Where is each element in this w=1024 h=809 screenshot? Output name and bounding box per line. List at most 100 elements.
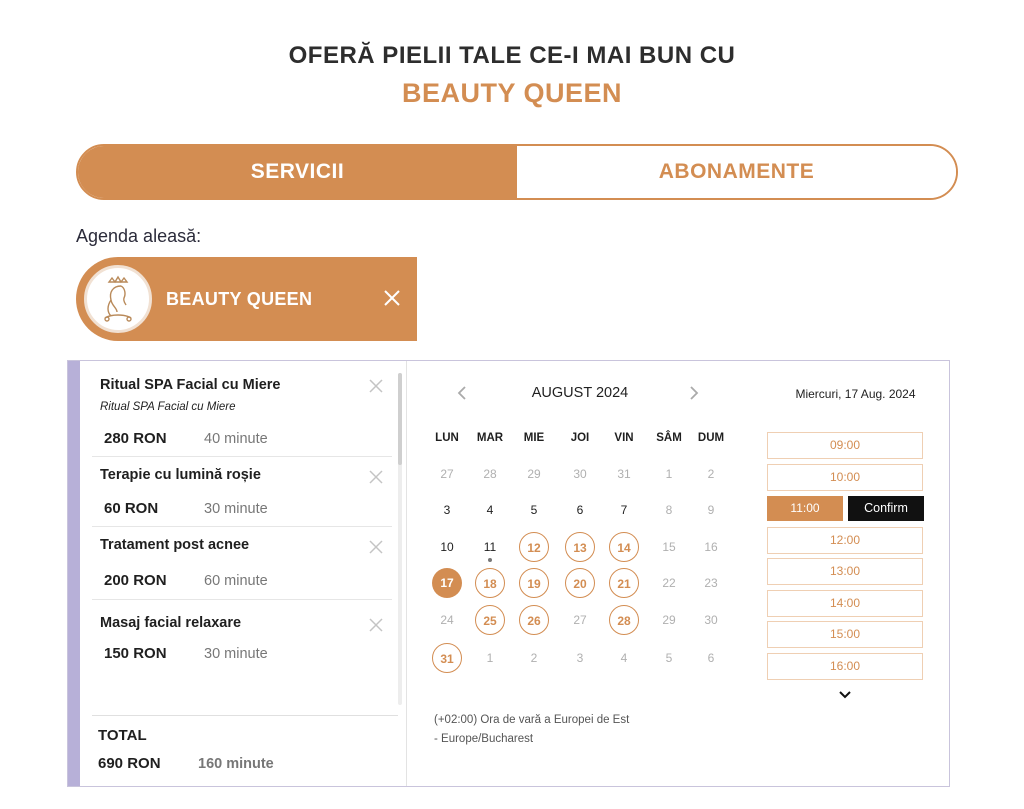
service-duration: 30 minute (204, 501, 268, 517)
service-price: 60 RON (104, 500, 159, 517)
calendar-day: 4 (620, 651, 628, 665)
agenda-name: BEAUTY QUEEN (166, 288, 313, 309)
service-separator (92, 599, 392, 600)
timezone-info: (+02:00) Ora de vară a Europei de Est - … (434, 711, 674, 749)
service-name: Masaj facial relaxare (100, 615, 242, 631)
calendar-day: 27 (440, 467, 454, 481)
calendar-day[interactable]: 13 (565, 532, 595, 562)
calendar-day: 2 (707, 467, 715, 481)
weekday-mar: MAR (476, 432, 504, 444)
time-slot[interactable]: 12:00 (767, 527, 923, 554)
time-slot-selected[interactable]: 11:00 (767, 496, 843, 521)
selected-services-list: Ritual SPA Facial cu Miere Ritual SPA Fa… (92, 361, 400, 711)
selected-agenda-chip: BEAUTY QUEEN (76, 257, 417, 341)
calendar-day[interactable]: 12 (519, 532, 549, 562)
time-slot[interactable]: 13:00 (767, 558, 923, 585)
panel-divider (406, 361, 407, 786)
total-label: TOTAL (98, 727, 147, 744)
service-duration: 40 minute (204, 431, 268, 447)
calendar-day[interactable]: 31 (432, 643, 462, 673)
scrollbar-thumb[interactable] (398, 373, 402, 465)
calendar-day[interactable]: 21 (609, 568, 639, 598)
services-scrollbar[interactable] (398, 373, 402, 705)
prev-month-button[interactable] (452, 383, 472, 403)
weekday-dum: DUM (697, 432, 725, 444)
remove-service-icon[interactable] (368, 469, 384, 485)
calendar-day: 2 (530, 651, 538, 665)
total-separator (92, 715, 398, 716)
calendar-day: 7 (620, 503, 628, 517)
chevron-left-icon (457, 386, 466, 400)
weekday-mie: MIE (523, 432, 545, 444)
service-name: Terapie cu lumină roșie (100, 467, 261, 483)
agenda-label: Agenda aleasă: (76, 226, 202, 246)
calendar-day: 8 (665, 503, 673, 517)
queen-logo-icon (84, 265, 152, 333)
calendar-day[interactable]: 14 (609, 532, 639, 562)
service-price: 150 RON (104, 645, 167, 662)
calendar-day: 29 (527, 467, 541, 481)
panel-accent-bar (68, 361, 80, 786)
weekday-sâm: SÂM (656, 432, 682, 444)
time-slot[interactable]: 16:00 (767, 653, 923, 680)
next-month-button[interactable] (684, 383, 704, 403)
calendar-day: 29 (662, 613, 676, 627)
calendar-day: 28 (483, 467, 497, 481)
timezone-line2: - Europe/Bucharest (434, 733, 534, 745)
total-price: 690 RON (98, 755, 161, 772)
weekday-lun: LUN (435, 432, 459, 444)
service-separator (92, 526, 392, 527)
calendar-day: 23 (704, 576, 718, 590)
calendar-day[interactable]: 20 (565, 568, 595, 598)
calendar-day[interactable]: 25 (475, 605, 505, 635)
tab-servicii[interactable]: SERVICII (78, 146, 517, 198)
calendar-day: 27 (573, 613, 587, 627)
time-slot[interactable]: 10:00 (767, 464, 923, 491)
calendar-day: 6 (576, 503, 584, 517)
service-duration: 30 minute (204, 646, 268, 662)
tab-abonamente[interactable]: ABONAMENTE (517, 146, 956, 198)
selected-date-title: Miercuri, 17 Aug. 2024 (795, 387, 916, 401)
calendar-month-label: AUGUST 2024 (531, 385, 629, 401)
calendar-day: 1 (665, 467, 673, 481)
time-slot[interactable]: 15:00 (767, 621, 923, 648)
calendar-day: 3 (576, 651, 584, 665)
calendar-day: 4 (486, 503, 494, 517)
remove-service-icon[interactable] (368, 617, 384, 633)
calendar-day: 1 (486, 651, 494, 665)
calendar-day: 16 (704, 540, 718, 554)
weekday-vin: VIN (614, 432, 634, 444)
close-icon (384, 290, 400, 306)
service-price: 280 RON (104, 430, 167, 447)
calendar-day[interactable]: 26 (519, 605, 549, 635)
time-slot[interactable]: 14:00 (767, 590, 923, 617)
calendar-day: 24 (440, 613, 454, 627)
service-separator (92, 456, 392, 457)
calendar-day: 6 (707, 651, 715, 665)
calendar-day: 31 (617, 467, 631, 481)
weekday-joi: JOI (570, 432, 590, 444)
calendar-day: 5 (665, 651, 673, 665)
remove-service-icon[interactable] (368, 378, 384, 394)
confirm-button[interactable]: Confirm (848, 496, 924, 521)
calendar-day[interactable]: 18 (475, 568, 505, 598)
calendar-day[interactable]: 28 (609, 605, 639, 635)
remove-agenda-button[interactable] (377, 283, 407, 313)
service-price: 200 RON (104, 572, 167, 589)
calendar-day[interactable]: 19 (519, 568, 549, 598)
service-type-tabs: SERVICII ABONAMENTE (76, 144, 958, 200)
calendar-day[interactable]: 17 (432, 568, 462, 598)
service-name: Ritual SPA Facial cu Miere (100, 377, 281, 393)
hero-title-brand: BEAUTY QUEEN (401, 78, 623, 108)
calendar-day: 22 (662, 576, 676, 590)
chevron-right-icon (690, 386, 699, 400)
today-indicator (488, 558, 492, 562)
remove-service-icon[interactable] (368, 539, 384, 555)
calendar-day: 30 (573, 467, 587, 481)
calendar-day: 9 (707, 503, 715, 517)
time-slot[interactable]: 09:00 (767, 432, 923, 459)
service-name: Tratament post acnee (100, 537, 250, 553)
more-slots-button[interactable] (834, 687, 856, 703)
chevron-down-icon (839, 691, 851, 699)
calendar-day: 10 (440, 540, 454, 554)
